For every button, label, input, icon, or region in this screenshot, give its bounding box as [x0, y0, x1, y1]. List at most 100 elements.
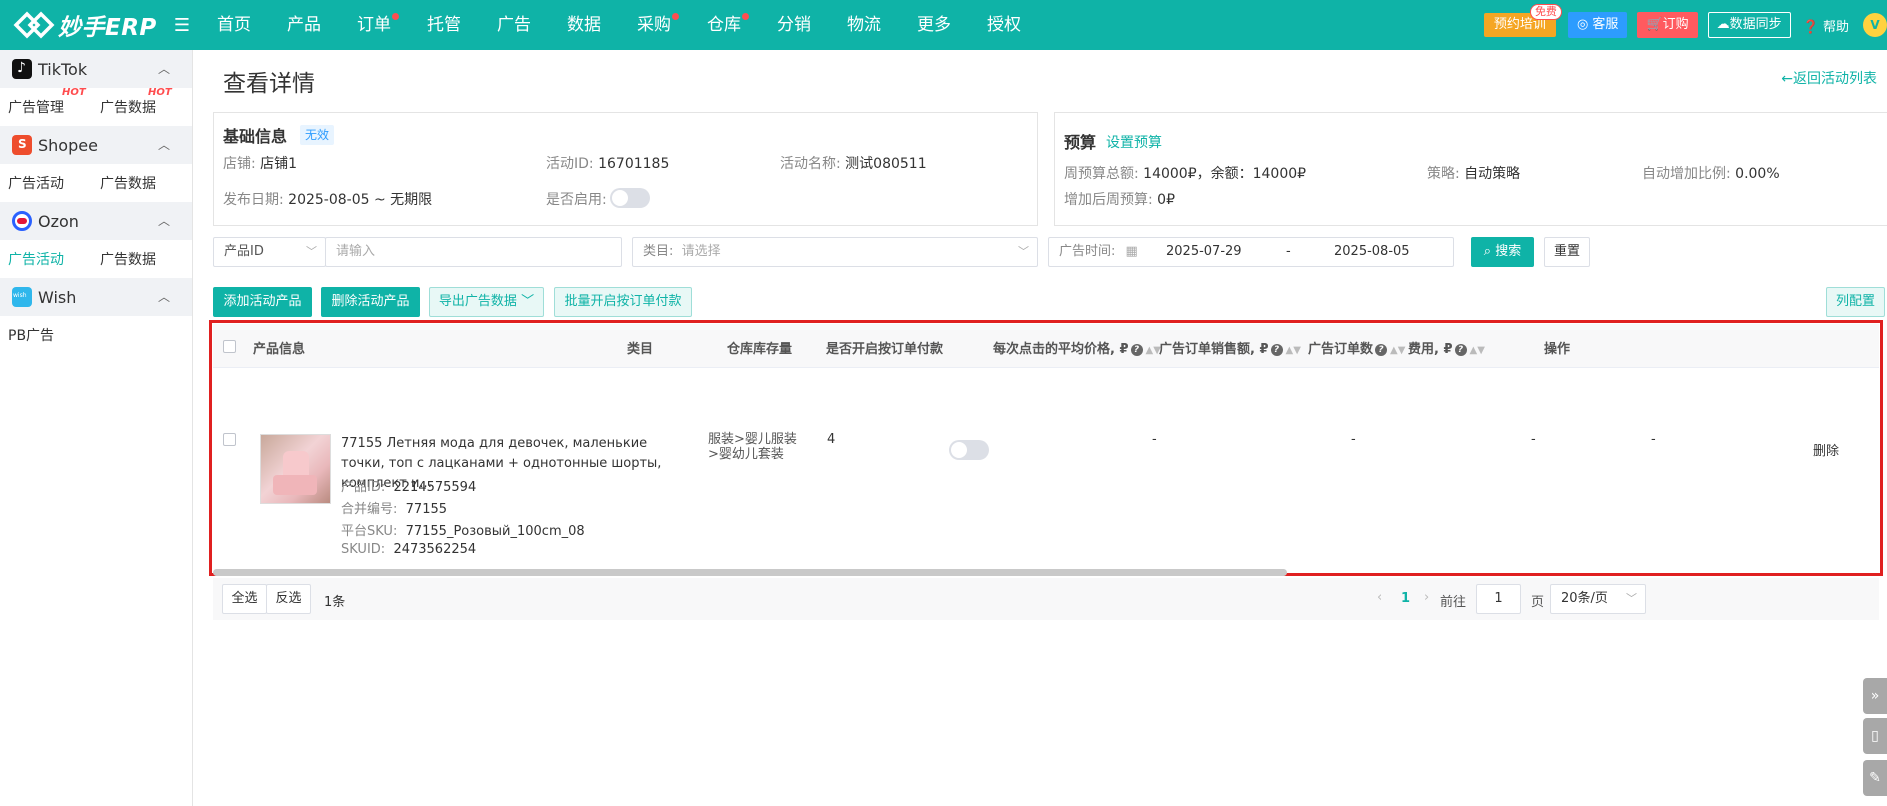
budget-title: 预算	[1064, 133, 1097, 152]
nav-authorize[interactable]: 授权	[969, 0, 1039, 50]
search-button[interactable]: ⌕ 搜索	[1471, 237, 1534, 267]
search-icon: ⌕	[1483, 244, 1492, 259]
training-button[interactable]: 预约培训 免费	[1483, 4, 1562, 37]
basic-info-card: 基础信息 无效 店铺: 店铺1 活动ID: 16701185 活动名称: 测试0…	[213, 112, 1038, 226]
page-size-select[interactable]: 20条/页 ﹀	[1550, 584, 1646, 614]
sidebar-item-wish-pb-ads[interactable]: PB广告	[0, 325, 92, 345]
chevron-up-icon[interactable]: ︿	[158, 60, 170, 77]
col-pay-per-order: 是否开启按订单付款	[826, 342, 944, 357]
help-link[interactable]: ❓ 帮助	[1803, 16, 1849, 35]
user-avatar[interactable]: V	[1863, 13, 1887, 37]
sidebar-item-shopee-campaigns[interactable]: 广告活动	[0, 173, 92, 193]
chevron-down-icon: ﹀	[1018, 245, 1029, 258]
sidebar-group-shopee[interactable]: Shopee ︿	[0, 126, 192, 164]
nav-logistics[interactable]: 物流	[829, 0, 899, 50]
col-order-sales[interactable]: 广告订单销售额, ₽? ▲▼	[1159, 338, 1301, 357]
sidebar-item-tiktok-ad-manage[interactable]: 广告管理 HOT	[0, 87, 92, 117]
batch-enable-pay-per-order-button[interactable]: 批量开启按订单付款	[554, 287, 692, 317]
next-page-icon[interactable]: ›	[1424, 590, 1429, 605]
add-activity-product-button[interactable]: 添加活动产品	[213, 287, 312, 317]
category-select[interactable]: 类目: 请选择 ﹀	[632, 237, 1038, 267]
mobile-icon[interactable]: ▯	[1863, 718, 1887, 754]
nav-data[interactable]: 数据	[549, 0, 619, 50]
nav-ads[interactable]: 广告	[479, 0, 549, 50]
sidebar-item-ozon-ad-data[interactable]: 广告数据	[92, 249, 184, 269]
export-ad-data-button[interactable]: 导出广告数据 ﹀	[429, 287, 544, 317]
calendar-icon: ▦	[1125, 244, 1138, 259]
sidebar-group-tiktok[interactable]: TikTok ︿	[0, 50, 192, 88]
nav-more[interactable]: 更多	[899, 0, 969, 50]
order-subscription-button[interactable]: 🛒订购	[1637, 12, 1698, 38]
sidebar-group-wish[interactable]: Wish ︿	[0, 278, 192, 316]
sidebar-group-label: Wish	[38, 287, 77, 307]
sort-icon[interactable]: ▲▼	[1470, 345, 1485, 356]
sidebar-items: 广告活动 广告数据	[0, 164, 192, 202]
menu-toggle-icon[interactable]: ☰	[165, 15, 199, 36]
col-cost[interactable]: 费用, ₽? ▲▼	[1408, 338, 1485, 357]
horizontal-scrollbar[interactable]	[213, 569, 1287, 576]
nav-hosting[interactable]: 托管	[409, 0, 479, 50]
logo[interactable]: 妙手ERP	[0, 8, 165, 42]
collapse-panel-icon[interactable]: »	[1863, 678, 1887, 714]
reset-button[interactable]: 重置	[1544, 237, 1590, 267]
column-config-button[interactable]: 列配置	[1826, 287, 1885, 317]
status-badge: 无效	[300, 125, 335, 145]
date-from[interactable]: 2025-07-29	[1166, 238, 1242, 266]
select-all-checkbox[interactable]	[223, 340, 236, 353]
product-thumbnail[interactable]	[260, 434, 331, 504]
set-budget-link[interactable]: 设置预算	[1106, 132, 1162, 152]
sidebar-item-tiktok-ad-data[interactable]: 广告数据 HOT	[92, 87, 184, 117]
chevron-down-icon: ﹀	[521, 294, 535, 309]
sidebar-items: 广告活动 广告数据	[0, 240, 192, 278]
sort-icon[interactable]: ▲▼	[1390, 345, 1405, 356]
select-all-button[interactable]: 全选	[222, 584, 267, 614]
nav-warehouse[interactable]: 仓库	[689, 0, 759, 50]
product-id-input[interactable]: 请输入	[325, 237, 622, 267]
customer-service-button[interactable]: ◎ 客服	[1567, 12, 1628, 38]
col-avg-cpc[interactable]: 每次点击的平均价格, ₽? ▲▼	[993, 338, 1161, 357]
delete-activity-product-button[interactable]: 删除活动产品	[321, 287, 420, 317]
date-to[interactable]: 2025-08-05	[1334, 238, 1410, 266]
enabled-toggle[interactable]	[610, 188, 650, 208]
back-to-list-link[interactable]: ←返回活动列表	[1781, 68, 1877, 88]
nav-products[interactable]: 产品	[269, 0, 339, 50]
chevron-up-icon[interactable]: ︿	[158, 136, 170, 153]
table-header: 产品信息 类目 仓库库存量 是否开启按订单付款 每次点击的平均价格, ₽? ▲▼ …	[213, 324, 1879, 368]
ad-time-range[interactable]: 广告时间: ▦ 2025-07-29 - 2025-08-05	[1048, 237, 1454, 267]
delete-row-link[interactable]: 删除	[1813, 440, 1839, 459]
col-category: 类目	[627, 342, 654, 357]
question-icon: ?	[1270, 344, 1283, 356]
invert-selection-button[interactable]: 反选	[266, 584, 311, 614]
prev-page-icon[interactable]: ‹	[1377, 590, 1382, 605]
sidebar-group-ozon[interactable]: Ozon ︿	[0, 202, 192, 240]
basic-info-title: 基础信息	[223, 127, 288, 146]
col-order-count[interactable]: 广告订单数? ▲▼	[1308, 338, 1405, 357]
page-number-current[interactable]: 1	[1401, 591, 1410, 606]
shop-field: 店铺: 店铺1	[223, 156, 298, 172]
pay-per-order-toggle[interactable]	[949, 440, 989, 460]
sidebar-item-shopee-ad-data[interactable]: 广告数据	[92, 173, 184, 193]
nav-distribution[interactable]: 分销	[759, 0, 829, 50]
chevron-up-icon[interactable]: ︿	[158, 288, 170, 305]
page-title: 查看详情	[223, 71, 315, 97]
data-sync-button[interactable]: ☁数据同步	[1707, 12, 1791, 38]
top-right-actions: 预约培训 免费 ◎ 客服 🛒订购 ☁数据同步 ❓ 帮助 V	[1483, 0, 1887, 50]
goto-page-input[interactable]: 1	[1476, 584, 1521, 614]
nav-orders[interactable]: 订单	[339, 0, 409, 50]
chevron-down-icon: ﹀	[1626, 592, 1637, 605]
sidebar-item-ozon-campaigns[interactable]: 广告活动	[0, 249, 92, 269]
nav-purchase[interactable]: 采购	[619, 0, 689, 50]
sidebar-group-label: Ozon	[38, 211, 79, 231]
col-product-info: 产品信息	[253, 342, 306, 357]
order-sales-cell: -	[1351, 432, 1356, 447]
wish-icon	[12, 287, 32, 307]
question-icon: ?	[1130, 344, 1143, 356]
avg-cpc-cell: -	[1152, 432, 1157, 447]
nav-home[interactable]: 首页	[199, 0, 269, 50]
feedback-icon[interactable]: ✎	[1863, 760, 1887, 796]
product-id-select[interactable]: 产品ID ﹀	[213, 237, 326, 267]
sidebar-group-label: Shopee	[38, 135, 98, 155]
chevron-up-icon[interactable]: ︿	[158, 212, 170, 229]
sort-icon[interactable]: ▲▼	[1286, 345, 1301, 356]
row-checkbox[interactable]	[223, 433, 236, 446]
